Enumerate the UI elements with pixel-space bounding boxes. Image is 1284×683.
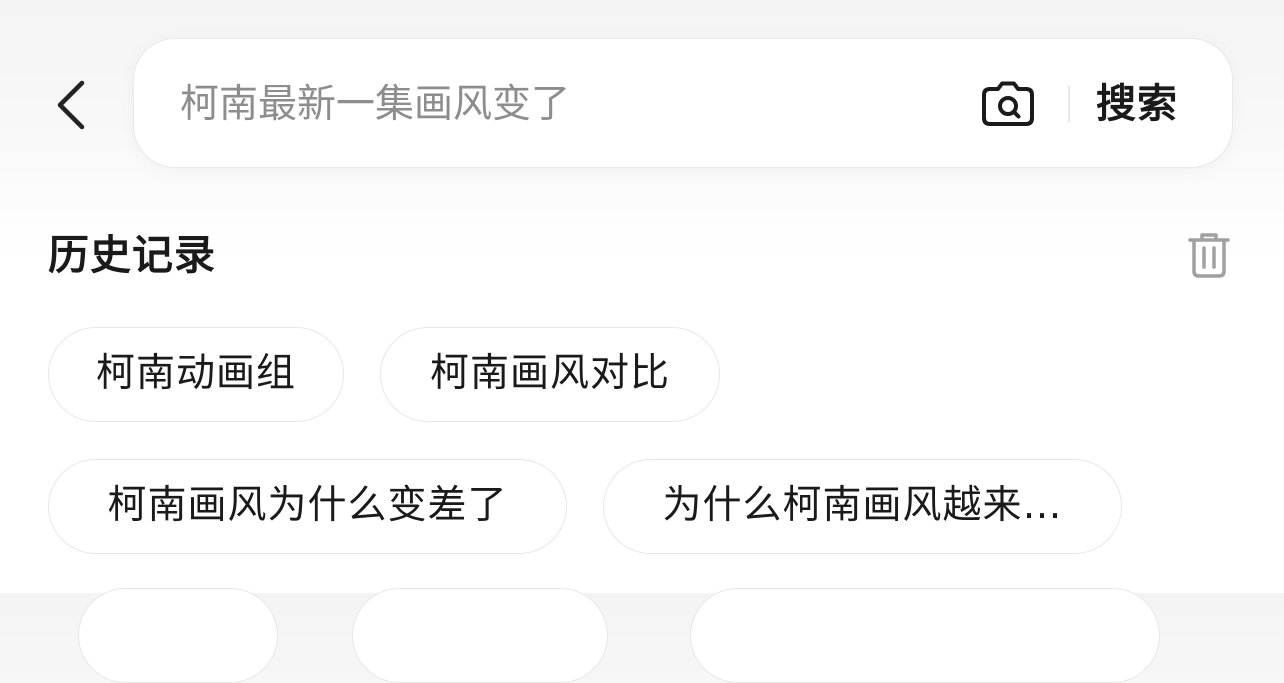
history-chip[interactable]: 柯南动画组 [48,327,344,422]
history-chip-partial[interactable] [78,588,278,683]
back-button[interactable] [50,78,92,132]
search-input[interactable] [180,73,940,135]
history-chip[interactable]: 为什么柯南画风越来… [603,459,1122,554]
camera-icon [982,81,1034,126]
history-chip-partial[interactable] [690,588,1160,683]
chevron-left-icon [57,80,85,130]
search-bar: 搜索 [133,38,1233,168]
trash-icon [1188,233,1230,278]
history-chip-partial[interactable] [352,588,608,683]
history-chip[interactable]: 柯南画风对比 [380,327,720,422]
history-title: 历史记录 [48,231,216,279]
search-divider [1068,86,1070,122]
camera-search-button[interactable] [980,79,1036,129]
search-button[interactable]: 搜索 [1096,75,1178,133]
history-chip[interactable]: 柯南画风为什么变差了 [48,459,567,554]
clear-history-button[interactable] [1184,228,1234,282]
